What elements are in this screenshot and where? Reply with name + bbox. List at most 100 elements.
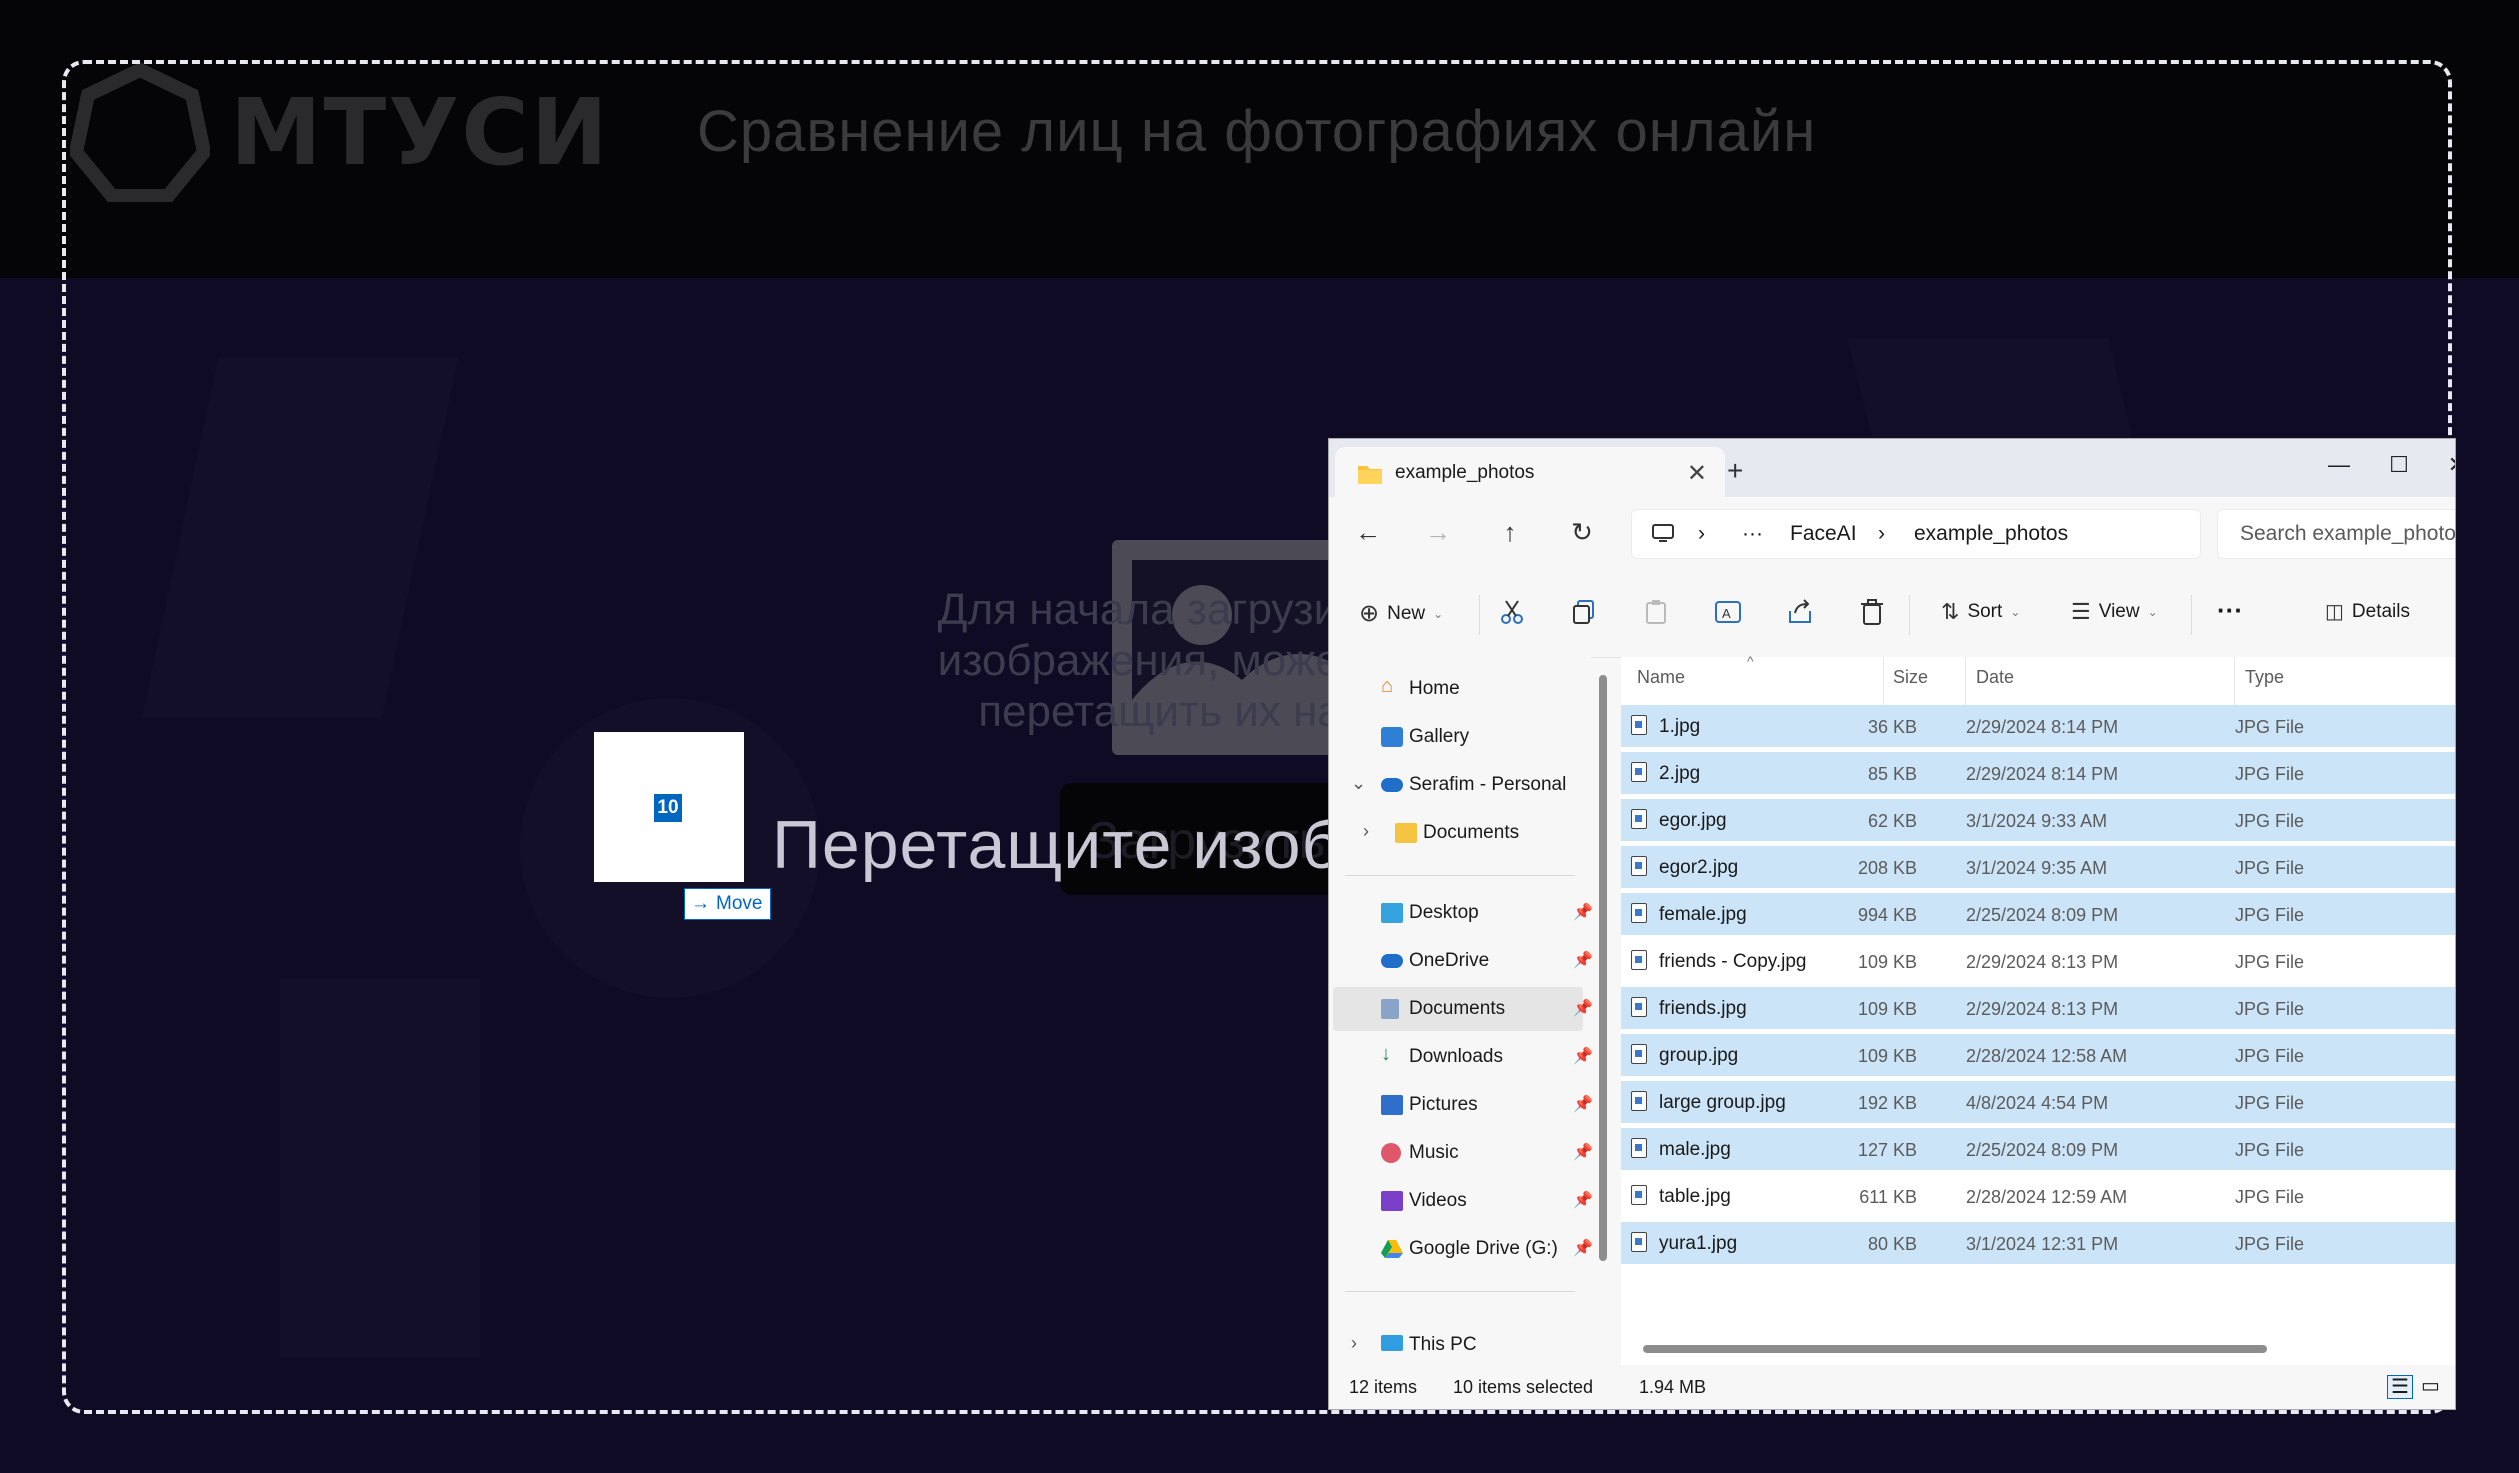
breadcrumb-more[interactable]: ···	[1742, 522, 1763, 546]
nav-item-google-drive[interactable]: Google Drive (G:) 📌	[1333, 1227, 1593, 1271]
share-icon[interactable]	[1785, 597, 1815, 627]
column-header-type[interactable]: Type	[2245, 667, 2284, 688]
nav-item-videos[interactable]: Videos 📌	[1333, 1179, 1593, 1223]
file-row[interactable]: group.jpg 109 KB 2/28/2024 12:58 AM JPG Fil…	[1621, 1034, 2455, 1076]
back-arrow-icon[interactable]: ←	[1351, 517, 1385, 548]
selected-size: 1.94 MB	[1639, 1377, 1707, 1397]
file-row[interactable]: female.jpg 994 KB 2/25/2024 8:09 PM JPG Fil…	[1621, 893, 2455, 935]
refresh-icon[interactable]: ↻	[1565, 517, 1599, 548]
pin-icon[interactable]: 📌	[1573, 1142, 1593, 1162]
drag-ghost: 10	[594, 732, 744, 882]
column-header-name[interactable]: Name	[1637, 667, 1685, 688]
pin-icon[interactable]: 📌	[1573, 950, 1593, 970]
tiles-view-icon[interactable]: ▭	[2421, 1373, 2440, 1398]
copy-icon[interactable]	[1569, 597, 1599, 627]
file-date: 2/25/2024 8:09 PM	[1966, 1140, 2119, 1160]
horizontal-scrollbar[interactable]	[1643, 1345, 2267, 1353]
nav-item-onedrive-personal[interactable]: ⌄ Serafim - Personal	[1333, 763, 1583, 807]
paste-icon[interactable]	[1641, 597, 1671, 627]
file-name: egor2.jpg	[1659, 857, 1739, 878]
column-header-size[interactable]: Size	[1893, 667, 1928, 688]
pin-icon[interactable]: 📌	[1573, 902, 1593, 922]
column-divider[interactable]	[1965, 657, 1966, 707]
file-row[interactable]: friends.jpg 109 KB 2/29/2024 8:13 PM JPG Fi…	[1621, 987, 2455, 1029]
nav-item-music[interactable]: Music 📌	[1333, 1131, 1593, 1175]
cut-icon[interactable]	[1497, 597, 1527, 627]
tab-example-photos[interactable]: example_photos ✕	[1335, 447, 1725, 497]
title-bar[interactable]: example_photos ✕ + — ☐ ✕	[1329, 439, 2455, 497]
breadcrumb-faceai[interactable]: FaceAI	[1790, 522, 1857, 546]
file-date: 2/29/2024 8:13 PM	[1966, 999, 2119, 1019]
nav-item-desktop[interactable]: Desktop 📌	[1333, 891, 1593, 935]
nav-item-label: This PC	[1409, 1334, 1477, 1355]
file-row[interactable]: 2.jpg 85 KB 2/29/2024 8:14 PM JPG File	[1621, 752, 2455, 794]
minimize-icon[interactable]: —	[2309, 445, 2369, 485]
nav-item-documents[interactable]: Documents 📌	[1333, 987, 1593, 1031]
nav-item-this-pc[interactable]: › This PC	[1333, 1323, 1583, 1367]
file-row[interactable]: egor.jpg 62 KB 3/1/2024 9:33 AM JPG File	[1621, 799, 2455, 841]
new-button[interactable]: ⊕ New ⌄	[1359, 599, 1443, 628]
cloud-icon	[1381, 954, 1403, 968]
nav-item-pictures[interactable]: Pictures 📌	[1333, 1083, 1593, 1127]
file-size: 109 KB	[1857, 999, 1917, 1019]
chevron-right-icon[interactable]: ›	[1363, 821, 1369, 842]
column-divider[interactable]	[1883, 657, 1884, 707]
file-name: yura1.jpg	[1659, 1233, 1738, 1254]
pin-icon[interactable]: 📌	[1573, 1094, 1593, 1114]
more-options-icon[interactable]: ···	[2217, 595, 2243, 626]
file-date: 2/29/2024 8:14 PM	[1966, 764, 2119, 784]
file-row[interactable]: 1.jpg 36 KB 2/29/2024 8:14 PM JPG File	[1621, 705, 2455, 747]
search-input[interactable]: Search example_photos	[2217, 509, 2455, 559]
file-row[interactable]: yura1.jpg 80 KB 3/1/2024 12:31 PM JPG File	[1621, 1222, 2455, 1264]
sort-button[interactable]: ⇅ Sort ⌄	[1941, 599, 2020, 625]
pin-icon[interactable]: 📌	[1573, 998, 1593, 1018]
delete-icon[interactable]	[1857, 597, 1887, 627]
file-name: large group.jpg	[1659, 1092, 1786, 1113]
close-icon[interactable]: ✕	[2427, 445, 2455, 485]
pin-icon[interactable]: 📌	[1573, 1238, 1593, 1258]
maximize-icon[interactable]: ☐	[2369, 445, 2429, 485]
videos-icon	[1381, 1191, 1403, 1211]
details-view-icon[interactable]: ☰	[2387, 1375, 2413, 1399]
forward-arrow-icon[interactable]: →	[1421, 517, 1455, 548]
desktop-icon	[1381, 903, 1403, 923]
navigation-scrollbar[interactable]	[1599, 675, 1607, 1261]
column-divider[interactable]	[2234, 657, 2235, 707]
file-date: 2/29/2024 8:14 PM	[1966, 717, 2119, 737]
file-type: JPG File	[2235, 1093, 2305, 1113]
nav-item-onedrive[interactable]: OneDrive 📌	[1333, 939, 1593, 983]
file-row[interactable]: male.jpg 127 KB 2/25/2024 8:09 PM JPG File	[1621, 1128, 2455, 1170]
rename-icon[interactable]: A	[1713, 597, 1743, 627]
close-tab-icon[interactable]: ✕	[1687, 459, 1707, 488]
decorative-shape	[142, 358, 459, 718]
pin-icon[interactable]: 📌	[1573, 1190, 1593, 1210]
logo-text: МТУСИ	[230, 78, 610, 186]
file-row[interactable]: table.jpg 611 KB 2/28/2024 12:59 AM JPG Fil…	[1621, 1175, 2455, 1217]
folder-icon	[1395, 823, 1417, 843]
file-row[interactable]: egor2.jpg 208 KB 3/1/2024 9:35 AM JPG File	[1621, 846, 2455, 888]
pin-icon[interactable]: 📌	[1573, 1046, 1593, 1066]
details-button[interactable]: ◫ Details	[2325, 599, 2410, 624]
monitor-icon	[1652, 524, 1674, 542]
chevron-down-icon[interactable]: ⌄	[1351, 773, 1366, 794]
breadcrumb-example-photos[interactable]: example_photos	[1914, 522, 2068, 546]
nav-item-documents-sub[interactable]: › Documents	[1333, 811, 1583, 855]
file-type: JPG File	[2235, 858, 2305, 878]
nav-item-home[interactable]: ⌂ Home	[1333, 667, 1583, 711]
view-button[interactable]: ☰ View ⌄	[2071, 599, 2158, 625]
nav-item-downloads[interactable]: ↓ Downloads 📌	[1333, 1035, 1593, 1079]
nav-divider	[1345, 875, 1575, 876]
up-arrow-icon[interactable]: ↑	[1493, 517, 1527, 548]
file-type: JPG File	[2235, 1187, 2305, 1207]
command-bar: ⊕ New ⌄ A ⇅ Sort ⌄ ☰ View ⌄ ··· ◫ Detail…	[1329, 573, 2455, 658]
site-logo[interactable]: МТУСИ	[70, 62, 610, 202]
nav-item-gallery[interactable]: Gallery	[1333, 715, 1583, 759]
image-file-icon	[1631, 1138, 1647, 1158]
file-row[interactable]: friends - Copy.jpg 109 KB 2/29/2024 8:13 P…	[1621, 940, 2455, 982]
file-row[interactable]: large group.jpg 192 KB 4/8/2024 4:54 PM JPG…	[1621, 1081, 2455, 1123]
chevron-right-icon[interactable]: ›	[1351, 1333, 1357, 1354]
address-bar[interactable]: › ··· FaceAI › example_photos	[1631, 509, 2201, 559]
new-tab-icon[interactable]: +	[1727, 455, 1743, 487]
column-header-date[interactable]: Date	[1976, 667, 2014, 688]
file-date: 3/1/2024 9:33 AM	[1966, 811, 2108, 831]
